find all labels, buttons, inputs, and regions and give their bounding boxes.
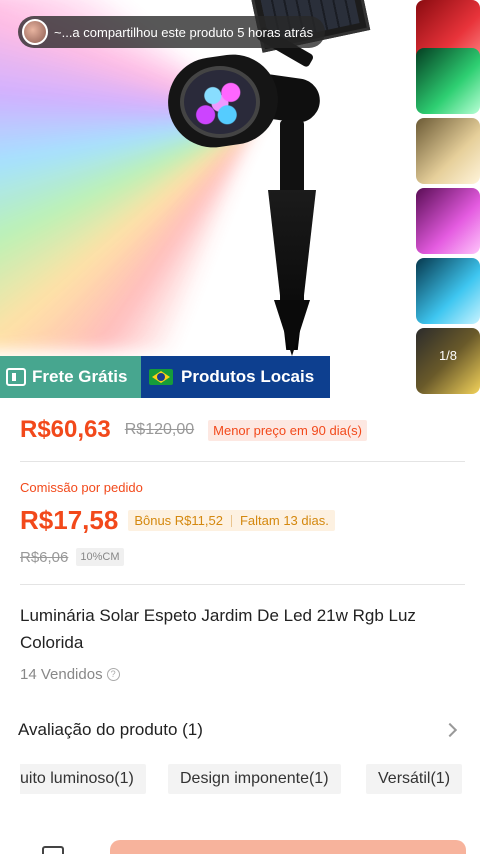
commission-value: R$17,58 (20, 505, 119, 535)
cm-row: R$6,06 10%CM (20, 548, 124, 566)
bottom-action-bar (0, 836, 480, 854)
share-notice-text: ~...a compartilhou este produto 5 horas … (54, 24, 314, 40)
info-icon[interactable]: ? (106, 668, 120, 681)
thumbnail-yellow[interactable]: 1/8 (416, 328, 480, 394)
sold-count: 14 Vendidos ? (20, 666, 120, 683)
lowest-price-tag: Menor preço em 90 dia(s) (208, 419, 367, 441)
gallery-counter: 1/8 (438, 348, 458, 363)
thumbnail-pink[interactable] (416, 188, 480, 254)
bonus-amount: Bônus R$11,52 (134, 513, 223, 528)
price-row: R$60,63 R$120,00 Menor preço em 90 dia(s… (20, 416, 367, 444)
original-price: R$120,00 (124, 421, 195, 438)
share-notice: ~...a compartilhou este produto 5 horas … (18, 16, 326, 48)
stake-tip-graphic (274, 300, 310, 356)
primary-action-button[interactable] (110, 840, 466, 854)
product-image-area[interactable]: ~...a compartilhou este produto 5 horas … (0, 0, 480, 400)
current-price: R$60,63 (20, 416, 111, 443)
thumbnail-green[interactable] (416, 48, 480, 114)
local-products-label: Produtos Locais (181, 367, 315, 386)
review-tag-chip[interactable]: uito luminoso(1) (20, 764, 146, 794)
cm-value: R$6,06 (20, 548, 69, 566)
product-rating-row[interactable]: Avaliação do produto (1) (18, 720, 463, 740)
shipping-badges: Frete Grátis Produtos Locais (0, 356, 330, 398)
free-shipping-label: Frete Grátis (32, 367, 128, 386)
chevron-right-icon[interactable] (442, 722, 458, 738)
thumbnail-warm[interactable] (416, 118, 480, 184)
commission-row: R$17,58 Bônus R$11,52 Faltam 13 dias. (20, 505, 335, 536)
light-beam-graphic (0, 0, 260, 350)
commission-label: Comissão por pedido (20, 480, 143, 495)
review-tag-chip[interactable]: Versátil(1) (366, 764, 463, 794)
brazil-flag-icon (149, 369, 173, 385)
shipping-icon (6, 368, 26, 386)
local-products-badge: Produtos Locais (141, 356, 330, 398)
review-tags: uito luminoso(1) Design imponente(1) Ver… (20, 764, 465, 796)
avatar (22, 19, 48, 45)
led-lens-graphic (180, 66, 260, 138)
divider (20, 584, 465, 585)
product-main-image[interactable] (0, 0, 412, 400)
bonus-badge: Bônus R$11,52 Faltam 13 dias. (128, 510, 335, 531)
divider (20, 461, 465, 462)
bonus-remaining: Faltam 13 dias. (239, 513, 329, 528)
bonus-separator (230, 514, 232, 527)
store-icon[interactable] (42, 846, 64, 854)
thumbnail-strip[interactable]: 1/8 (414, 0, 480, 400)
review-tag-chip[interactable]: Design imponente(1) (168, 764, 341, 794)
product-title: Luminária Solar Espeto Jardim De Led 21w… (20, 606, 416, 652)
sold-count-text: 14 Vendidos (20, 666, 103, 683)
cm-percent-tag: 10%CM (76, 548, 124, 566)
free-shipping-badge: Frete Grátis (0, 356, 141, 398)
rating-title: Avaliação do produto (1) (18, 720, 203, 739)
thumbnail-blue[interactable] (416, 258, 480, 324)
